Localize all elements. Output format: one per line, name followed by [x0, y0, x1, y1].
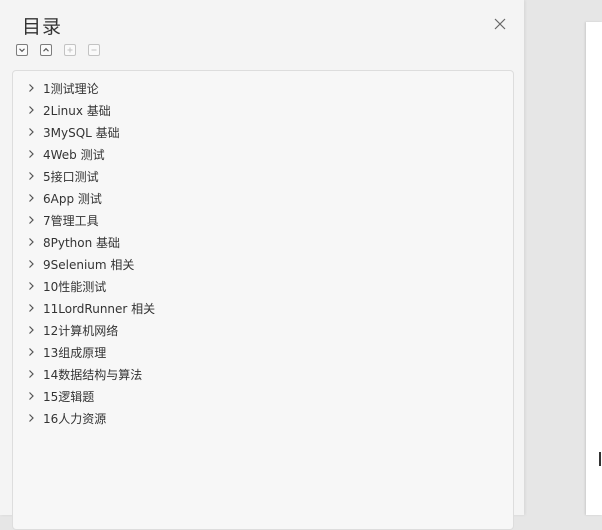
toc-item-label: 5接口测试 — [43, 169, 99, 184]
chevron-right-icon[interactable] — [25, 390, 37, 402]
chevron-right-icon[interactable] — [25, 368, 37, 380]
chevron-right-icon[interactable] — [25, 258, 37, 270]
document-page-edge — [586, 22, 602, 515]
toc-item[interactable]: 9Selenium 相关 — [13, 253, 513, 275]
text-cursor — [599, 452, 601, 466]
toc-item-label: 10性能测试 — [43, 279, 107, 294]
toc-item[interactable]: 7管理工具 — [13, 209, 513, 231]
toc-item-label: 12计算机网络 — [43, 323, 119, 338]
toc-item[interactable]: 4Web 测试 — [13, 143, 513, 165]
panel-title: 目录 — [22, 16, 63, 38]
chevron-right-icon[interactable] — [25, 192, 37, 204]
toc-item-label: 11LordRunner 相关 — [43, 301, 156, 316]
toc-item-label: 13组成原理 — [43, 345, 107, 360]
collapse-all-button[interactable] — [40, 44, 52, 56]
toc-item[interactable]: 10性能测试 — [13, 275, 513, 297]
toc-item[interactable]: 6App 测试 — [13, 187, 513, 209]
close-icon — [494, 18, 506, 30]
toc-list: 1测试理论 2Linux 基础 3MySQL 基础 4Web 测试 5接口测试 6App … — [13, 71, 513, 429]
toc-item-label: 1测试理论 — [43, 81, 99, 96]
toc-item[interactable]: 12计算机网络 — [13, 319, 513, 341]
plus-icon — [67, 47, 73, 53]
chevron-right-icon[interactable] — [25, 280, 37, 292]
minus-icon — [91, 49, 97, 51]
toc-item-label: 7管理工具 — [43, 213, 99, 228]
toc-panel: 目录 1测试理论 2Linux 基础 3MySQL 基础 4Web 测试 5接口测试 6A… — [0, 0, 524, 530]
chevron-right-icon[interactable] — [25, 214, 37, 226]
toc-item[interactable]: 15逻辑题 — [13, 385, 513, 407]
toc-item[interactable]: 1测试理论 — [13, 77, 513, 99]
expand-all-button[interactable] — [16, 44, 28, 56]
toc-item-label: 8Python 基础 — [43, 235, 121, 250]
toc-item-label: 15逻辑题 — [43, 389, 95, 404]
chevron-right-icon[interactable] — [25, 236, 37, 248]
chevron-right-icon[interactable] — [25, 104, 37, 116]
close-button[interactable] — [492, 16, 508, 32]
toc-item[interactable]: 14数据结构与算法 — [13, 363, 513, 385]
chevron-right-icon[interactable] — [25, 412, 37, 424]
toc-item[interactable]: 13组成原理 — [13, 341, 513, 363]
chevron-up-icon — [43, 47, 49, 52]
chevron-down-icon — [19, 48, 25, 53]
toc-item-label: 14数据结构与算法 — [43, 367, 143, 382]
toc-item[interactable]: 16人力资源 — [13, 407, 513, 429]
toc-item[interactable]: 11LordRunner 相关 — [13, 297, 513, 319]
toc-item-label: 6App 测试 — [43, 191, 102, 206]
chevron-right-icon[interactable] — [25, 148, 37, 160]
chevron-right-icon[interactable] — [25, 126, 37, 138]
chevron-right-icon[interactable] — [25, 170, 37, 182]
toc-item-label: 16人力资源 — [43, 411, 107, 426]
toc-item[interactable]: 3MySQL 基础 — [13, 121, 513, 143]
toc-item[interactable]: 2Linux 基础 — [13, 99, 513, 121]
chevron-right-icon[interactable] — [25, 302, 37, 314]
chevron-right-icon[interactable] — [25, 82, 37, 94]
chevron-right-icon[interactable] — [25, 324, 37, 336]
toc-tree: 1测试理论 2Linux 基础 3MySQL 基础 4Web 测试 5接口测试 6App … — [12, 70, 514, 530]
toc-item[interactable]: 5接口测试 — [13, 165, 513, 187]
toc-item[interactable]: 8Python 基础 — [13, 231, 513, 253]
chevron-right-icon[interactable] — [25, 346, 37, 358]
add-heading-button[interactable] — [64, 44, 76, 56]
remove-heading-button[interactable] — [88, 44, 100, 56]
toc-item-label: 4Web 测试 — [43, 147, 105, 162]
toc-item-label: 3MySQL 基础 — [43, 125, 120, 140]
toc-item-label: 2Linux 基础 — [43, 103, 111, 118]
toc-item-label: 9Selenium 相关 — [43, 257, 135, 272]
